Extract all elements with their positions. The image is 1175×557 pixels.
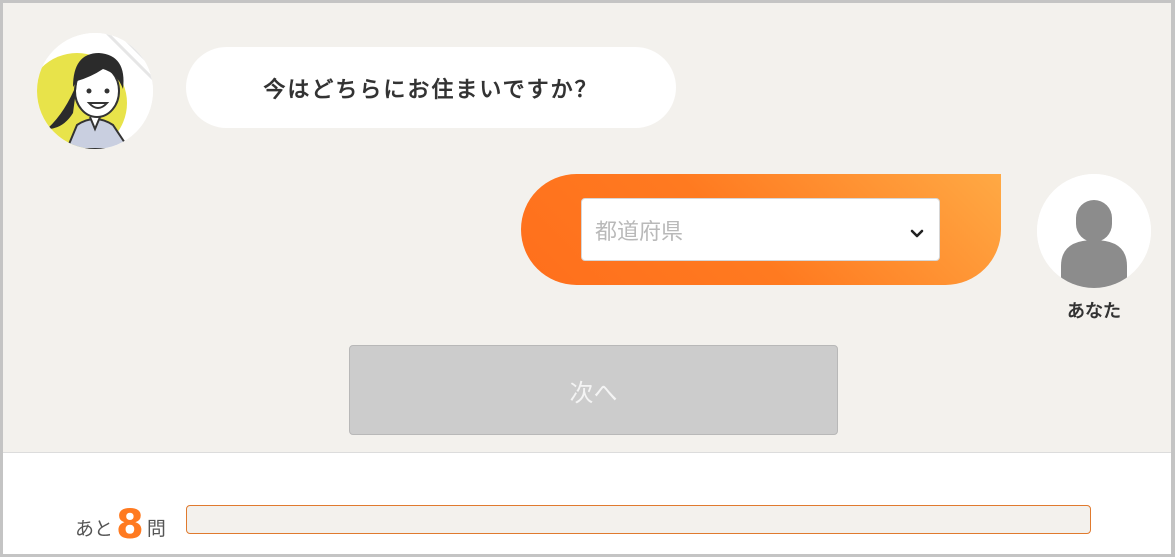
chat-area: 今はどちらにお住まいですか？ 都道府県 あなた 次へ	[3, 3, 1171, 452]
remaining-count: 8	[116, 502, 144, 548]
prefecture-select-placeholder: 都道府県	[595, 219, 684, 245]
remaining-suffix: 問	[146, 518, 166, 540]
user-silhouette-icon	[1037, 174, 1151, 288]
operator-avatar-icon	[37, 33, 153, 149]
prefecture-select[interactable]: 都道府県	[581, 198, 940, 261]
chevron-down-icon	[909, 222, 925, 238]
remaining-questions: あと 8 問	[75, 495, 166, 545]
next-button[interactable]: 次へ	[349, 345, 838, 435]
user-label: あなた	[1067, 301, 1121, 322]
answer-bubble: 都道府県	[521, 174, 1001, 285]
progress-footer: あと 8 問	[3, 452, 1171, 554]
progress-bar	[186, 505, 1091, 534]
remaining-prefix: あと	[75, 518, 114, 540]
next-button-label: 次へ	[569, 378, 618, 407]
survey-page: 今はどちらにお住まいですか？ 都道府県 あなた 次へ あと 8 問	[3, 3, 1171, 554]
question-bubble: 今はどちらにお住まいですか？	[186, 47, 676, 128]
question-text: 今はどちらにお住まいですか？	[263, 77, 599, 103]
